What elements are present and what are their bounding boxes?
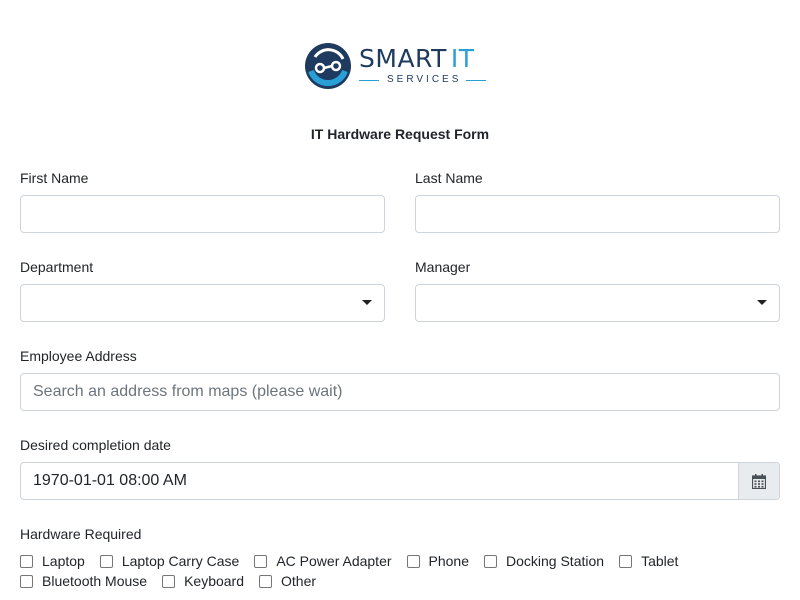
brand-logo-icon — [305, 43, 351, 89]
checkbox[interactable] — [20, 574, 33, 588]
hardware-option-label: Other — [281, 572, 317, 589]
hardware-options: Laptop Laptop Carry Case AC Power Adapte… — [20, 551, 780, 591]
employee-address-placeholder: Search an address from maps (please wait… — [33, 383, 343, 400]
checkbox[interactable] — [20, 554, 33, 568]
brand-wordmark: SMART IT SERVICES — [359, 44, 487, 86]
checkbox[interactable] — [406, 554, 420, 568]
checkbox[interactable] — [259, 574, 273, 588]
hardware-options-row: Bluetooth Mouse Keyboard Other — [20, 571, 780, 591]
brand-subtitle: SERVICES — [387, 74, 462, 85]
hardware-required-label: Hardware Required — [20, 526, 142, 542]
checkbox[interactable] — [619, 554, 633, 568]
hardware-option-tablet[interactable]: Tablet — [619, 553, 678, 570]
manager-label: Manager — [415, 259, 471, 275]
department-select[interactable] — [20, 284, 385, 322]
checkbox[interactable] — [484, 554, 497, 568]
hardware-options-row: Laptop Laptop Carry Case AC Power Adapte… — [20, 551, 780, 571]
completion-date-input[interactable]: 1970-01-01 08:00 AM — [20, 462, 780, 500]
first-name-label: First Name — [20, 170, 89, 186]
chevron-down-icon — [362, 300, 372, 305]
hardware-option-other[interactable]: Other — [259, 573, 316, 590]
hardware-option-laptop-carry-case[interactable]: Laptop Carry Case — [99, 552, 240, 570]
hardware-option-label: Phone — [428, 552, 469, 569]
chevron-down-icon — [757, 300, 767, 305]
hardware-option-keyboard[interactable]: Keyboard — [162, 573, 244, 590]
brand-name-part1: SMART — [359, 44, 447, 73]
hardware-option-phone[interactable]: Phone — [406, 552, 469, 570]
checkbox[interactable] — [99, 554, 113, 568]
checkbox[interactable] — [162, 574, 176, 588]
employee-address-input[interactable]: Search an address from maps (please wait… — [20, 373, 780, 411]
completion-date-label: Desired completion date — [20, 437, 171, 453]
manager-select[interactable] — [415, 284, 780, 322]
hardware-option-label: Docking Station — [506, 552, 605, 569]
request-form-page: SMART IT SERVICES IT Hardware Request For… — [0, 0, 800, 600]
last-name-label: Last Name — [415, 170, 483, 186]
calendar-icon — [752, 473, 766, 489]
checkbox[interactable] — [254, 554, 268, 568]
brand-divider-right — [466, 79, 487, 81]
hardware-option-laptop[interactable]: Laptop — [20, 553, 85, 570]
hardware-option-label: Tablet — [641, 552, 679, 569]
form-title: IT Hardware Request Form — [310, 126, 490, 142]
hardware-option-label: AC Power Adapter — [276, 552, 392, 569]
department-label: Department — [20, 259, 94, 275]
brand-logo: SMART IT SERVICES — [303, 40, 498, 92]
first-name-field[interactable] — [20, 195, 385, 233]
completion-date-value: 1970-01-01 08:00 AM — [33, 472, 187, 489]
brand-name-part2: IT — [450, 44, 475, 73]
hardware-option-label: Keyboard — [184, 572, 245, 589]
last-name-field[interactable] — [415, 195, 780, 233]
calendar-button[interactable] — [738, 463, 779, 499]
hardware-option-label: Laptop — [42, 552, 85, 569]
employee-address-label: Employee Address — [20, 348, 137, 364]
hardware-option-label: Laptop Carry Case — [121, 552, 240, 569]
brand-divider-left — [359, 79, 379, 81]
hardware-option-ac-power-adapter[interactable]: AC Power Adapter — [254, 552, 392, 570]
hardware-option-label: Bluetooth Mouse — [42, 572, 148, 589]
hardware-option-docking-station[interactable]: Docking Station — [484, 553, 604, 570]
hardware-option-bluetooth-mouse[interactable]: Bluetooth Mouse — [20, 573, 147, 590]
